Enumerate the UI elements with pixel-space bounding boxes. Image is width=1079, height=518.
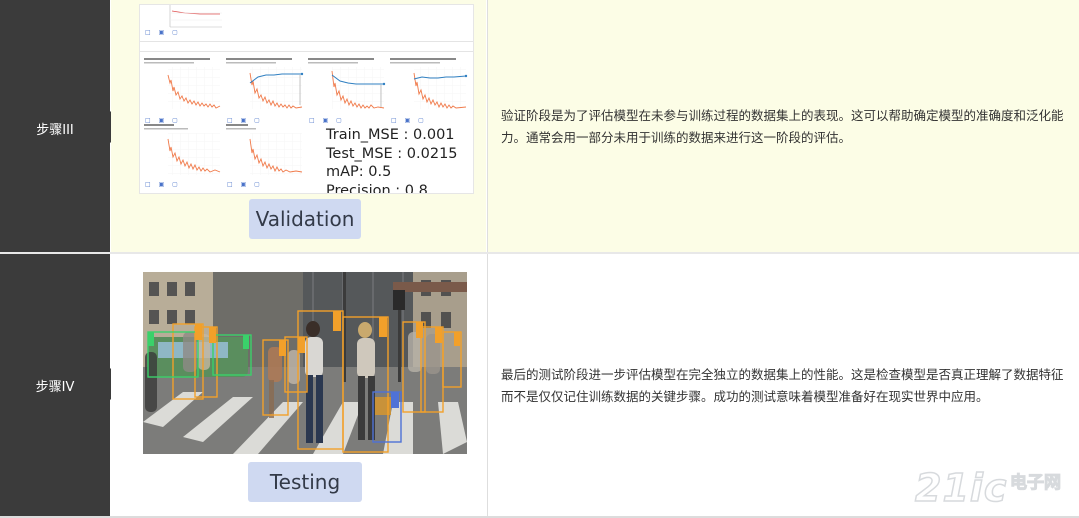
map-metric: mAP: 0.5	[326, 164, 392, 180]
chart-toolbar[interactable]: □ ▣ ▢	[227, 181, 263, 188]
test-mse: Test_MSE : 0.0215	[326, 145, 458, 162]
step-label: 步骤IV	[35, 380, 75, 395]
watermark-cn-text: 电子网	[1010, 473, 1062, 494]
watermark-logo-text: 21ic	[914, 465, 1008, 511]
chart-toolbar[interactable]: □ ▣ ▢	[309, 117, 345, 124]
step-cell: 步骤III	[0, 0, 110, 252]
precision-metric: Precision : 0.8	[326, 182, 428, 194]
step-description: 验证阶段是为了评估模型在未参与训练过程的数据集上的表现。这可以帮助确定模型的准确…	[501, 108, 1064, 145]
chart-toolbar[interactable]: □ ▣ ▢	[145, 181, 181, 188]
description-cell: 验证阶段是为了评估模型在未参与训练过程的数据集上的表现。这可以帮助确定模型的准确…	[487, 0, 1079, 252]
chart-toolbar[interactable]: □ ▣ ▢	[227, 117, 263, 124]
street-scene	[143, 272, 467, 454]
chart-toolbar[interactable]: □ ▣ ▢	[145, 29, 181, 36]
metrics-readout: Train_MSE : 0.001 Test_MSE : 0.0215 mAP:…	[326, 126, 458, 194]
step-description: 最后的测试阶段进一步评估模型在完全独立的数据集上的性能。这是检查模型是否真正理解…	[501, 367, 1064, 404]
step-row-validation: 步骤III □ ▣ ▢ □ ▣ ▢ □ ▣ ▢ □ ▣ ▢ □ ▣ ▢ □ ▣ …	[0, 0, 1079, 252]
testing-tag: Testing	[248, 462, 362, 502]
chart-toolbar[interactable]: □ ▣ ▢	[145, 117, 181, 124]
chart-toolbar[interactable]: □ ▣ ▢	[391, 117, 427, 124]
site-watermark: 21ic 电子网	[914, 462, 1073, 514]
divider	[140, 41, 473, 42]
validation-tag: Validation	[249, 199, 361, 239]
pedestrian-detection-photo	[143, 272, 467, 454]
step-label: 步骤III	[36, 123, 74, 138]
train-mse: Train_MSE : 0.001	[326, 127, 455, 143]
divider	[140, 51, 473, 52]
step-cell: 步骤IV	[0, 254, 110, 518]
top-chart	[169, 5, 222, 28]
image-cell: Testing	[111, 254, 486, 518]
steps-table: 步骤III □ ▣ ▢ □ ▣ ▢ □ ▣ ▢ □ ▣ ▢ □ ▣ ▢ □ ▣ …	[0, 0, 1079, 518]
training-dashboard-screenshot: □ ▣ ▢ □ ▣ ▢ □ ▣ ▢ □ ▣ ▢ □ ▣ ▢ □ ▣ ▢ □ ▣ …	[139, 4, 474, 194]
image-cell: □ ▣ ▢ □ ▣ ▢ □ ▣ ▢ □ ▣ ▢ □ ▣ ▢ □ ▣ ▢ □ ▣ …	[111, 0, 486, 252]
